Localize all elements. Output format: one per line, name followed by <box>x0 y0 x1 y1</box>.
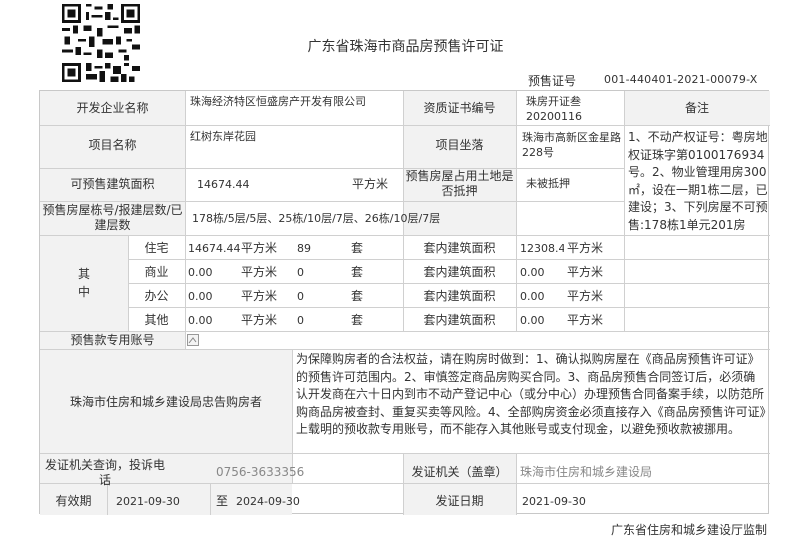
notice-title: 珠海市住房和城乡建设局忠告购房者 <box>69 395 262 409</box>
inner-area-label: 套内建筑面积 <box>423 313 496 327</box>
presale-area-unit: 平方米 <box>352 177 389 191</box>
inner-area-label: 套内建筑面积 <box>423 241 496 255</box>
developer-value: 珠海经济特区恒盛房产开发有限公司 <box>190 95 366 108</box>
inner-area-value: 0.00 <box>520 290 545 303</box>
inner-area-value: 0.00 <box>520 314 545 327</box>
valid-to: 2024-09-30 <box>236 495 300 508</box>
usage-area: 0.00 <box>188 314 213 327</box>
usage-sets: 89 <box>297 242 311 255</box>
broken-image-icon <box>187 334 199 346</box>
valid-label: 有效期 <box>55 494 92 508</box>
usage-area: 0.00 <box>188 290 213 303</box>
footer-supervisor: 广东省住房和城乡建设厅监制 <box>610 523 767 537</box>
project-name-value: 红树东岸花园 <box>190 130 256 143</box>
valid-from: 2021-09-30 <box>116 495 180 508</box>
location-value: 珠海市高新区金星路228号 <box>522 131 621 159</box>
issue-date: 2021-09-30 <box>522 495 586 508</box>
land-mortgage-label: 预售房屋占用土地是否抵押 <box>405 169 514 198</box>
usage-area-unit: 平方米 <box>241 241 278 255</box>
permit-table: 开发企业名称 珠海经济特区恒盛房产开发有限公司 资质证书编号 珠房开证叁 202… <box>39 90 770 515</box>
usage-type: 商业 <box>144 265 169 279</box>
usage-sets-unit: 套 <box>351 241 364 255</box>
contact-phone: 0756-3633356 <box>216 465 305 479</box>
presale-area-value: 14674.44 <box>197 178 250 191</box>
among-label-2: 中 <box>77 285 90 299</box>
remarks-label: 备注 <box>684 101 709 115</box>
issuer-label: 发证机关（盖章） <box>411 465 508 479</box>
land-mortgage-value: 未被抵押 <box>526 177 570 190</box>
permit-number: 001-440401-2021-00079-X <box>604 73 758 86</box>
qualification-label: 资质证书编号 <box>423 101 496 115</box>
inner-area-label: 套内建筑面积 <box>423 265 496 279</box>
usage-area: 0.00 <box>188 266 213 279</box>
inner-area-value: 12308.46 <box>520 242 564 255</box>
buildings-value: 178栋/5层/5层、25栋/10层/7层、26栋/10层/7层 <box>192 212 441 225</box>
account-label: 预售款专用账号 <box>70 333 155 347</box>
inner-area-unit: 平方米 <box>567 313 604 327</box>
qualification-value: 珠房开证叁 20200116 <box>526 95 582 123</box>
project-name-label: 项目名称 <box>88 138 137 152</box>
inner-area-label: 套内建筑面积 <box>423 289 496 303</box>
usage-area-unit: 平方米 <box>241 289 278 303</box>
developer-label: 开发企业名称 <box>76 101 149 115</box>
inner-area-unit: 平方米 <box>567 289 604 303</box>
inner-area-unit: 平方米 <box>567 265 604 279</box>
permit-number-label: 预售证号 <box>528 74 577 88</box>
usage-sets: 0 <box>297 314 304 327</box>
contact-label: 发证机关查询，投诉电话 <box>44 458 165 487</box>
usage-sets-unit: 套 <box>351 289 364 303</box>
notice-text: 为保障购房者的合法权益，请在购房时做到：1、确认拟购房屋在《商品房预售许可证》的… <box>296 352 766 436</box>
usage-type: 办公 <box>144 289 169 303</box>
usage-sets: 0 <box>297 266 304 279</box>
issue-date-label: 发证日期 <box>435 494 484 508</box>
usage-area-unit: 平方米 <box>241 265 278 279</box>
presale-area-label: 可预售建筑面积 <box>70 177 155 191</box>
among-label-1: 其 <box>77 267 90 281</box>
location-label: 项目坐落 <box>435 138 484 152</box>
usage-sets-unit: 套 <box>351 265 364 279</box>
usage-area-unit: 平方米 <box>241 313 278 327</box>
inner-area-value: 0.00 <box>520 266 545 279</box>
usage-type: 其他 <box>144 313 169 327</box>
remarks-value: 1、不动产权证号：粤房地权证珠字第0100176934号。2、物业管理用房300… <box>628 130 768 232</box>
usage-sets-unit: 套 <box>351 313 364 327</box>
buildings-label: 预售房屋栋号/报建层数/已建层数 <box>42 203 183 232</box>
usage-area: 14674.44 <box>188 242 241 255</box>
valid-to-label: 至 <box>216 494 229 508</box>
inner-area-unit: 平方米 <box>567 241 604 255</box>
usage-type: 住宅 <box>144 241 169 255</box>
issuer-value: 珠海市住房和城乡建设局 <box>520 465 653 479</box>
usage-sets: 0 <box>297 290 304 303</box>
document-title: 广东省珠海市商品房预售许可证 <box>307 39 504 55</box>
